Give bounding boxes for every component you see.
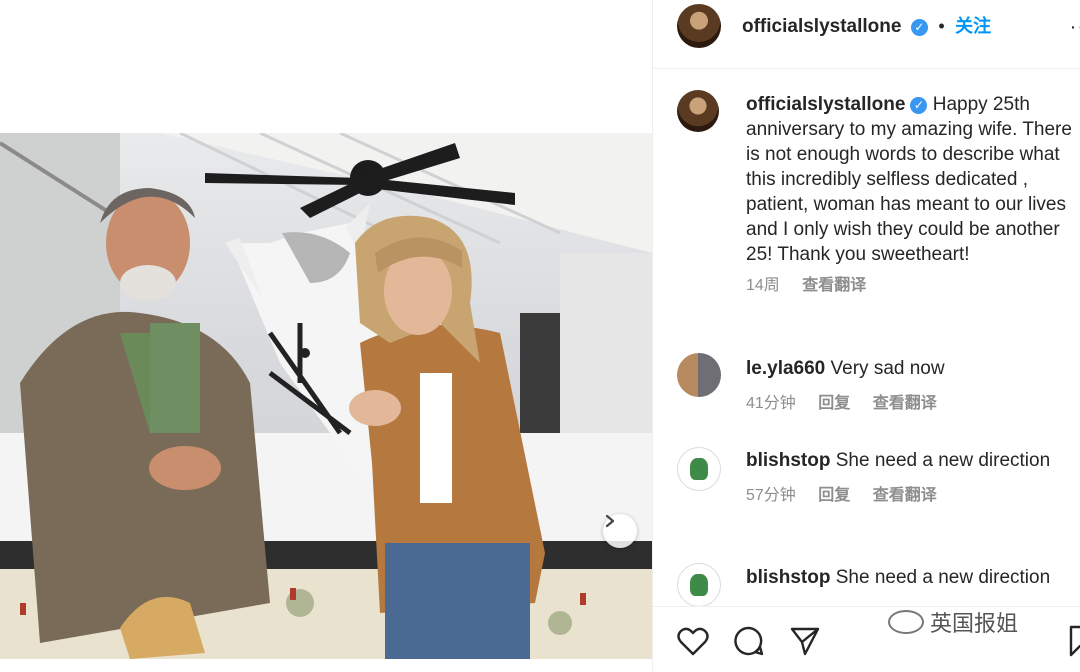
comment-meta: 57分钟 回复 查看翻译 <box>746 483 1076 508</box>
post-media-pane <box>0 0 652 671</box>
more-options-icon[interactable]: ·· <box>1070 16 1080 39</box>
comment-username[interactable]: blishstop <box>746 450 830 471</box>
comment-text: Very sad now <box>830 358 945 379</box>
comment-username[interactable]: le.yla660 <box>746 358 825 379</box>
header-separator: • <box>938 16 945 36</box>
comment-time[interactable]: 57分钟 <box>746 487 796 504</box>
caption-username[interactable]: officialslystallone <box>746 94 905 115</box>
header-username[interactable]: officialslystallone <box>742 16 901 37</box>
comment-reply-link[interactable]: 回复 <box>818 395 850 412</box>
photo-illustration <box>0 133 652 659</box>
brand-logo-icon <box>690 574 708 596</box>
comment-meta: 41分钟 回复 查看翻译 <box>746 391 1076 416</box>
caption-time[interactable]: 14周 <box>746 277 780 294</box>
comment-username[interactable]: blishstop <box>746 567 830 588</box>
follow-button[interactable]: 关注 <box>955 16 991 36</box>
comment-text: She need a new direction <box>835 450 1051 471</box>
author-avatar[interactable] <box>677 4 721 48</box>
comment-avatar[interactable] <box>677 353 721 397</box>
header-author-row: officialslystallone ✓ • 关注 <box>742 12 991 38</box>
watermark: 英国报姐 <box>888 606 1018 638</box>
post-photo[interactable] <box>0 133 652 659</box>
post-side-panel: officialslystallone ✓ • 关注 ·· officialsl… <box>652 0 1080 672</box>
caption-author-avatar[interactable] <box>677 90 719 132</box>
wechat-icon <box>888 610 924 634</box>
comment-reply-link[interactable]: 回复 <box>818 487 850 504</box>
post-caption: officialslystallone ✓ Happy 25th annivers… <box>746 92 1076 298</box>
chevron-right-icon <box>605 514 615 528</box>
caption-text: Happy 25th anniversary to my amazing wif… <box>746 94 1072 265</box>
post-header: officialslystallone ✓ • 关注 ·· <box>653 0 1080 69</box>
comment-item: blishstop She need a new direction <box>746 565 1076 606</box>
comment-avatar[interactable] <box>677 563 721 607</box>
comment-translate-link[interactable]: 查看翻译 <box>873 487 937 504</box>
comment-text: She need a new direction <box>835 567 1051 588</box>
brand-logo-icon <box>690 458 708 480</box>
verified-badge-icon: ✓ <box>910 18 928 36</box>
caption-meta: 14周 查看翻译 <box>746 273 1076 298</box>
caption-translate-link[interactable]: 查看翻译 <box>802 277 866 294</box>
comment-time[interactable]: 41分钟 <box>746 395 796 412</box>
comment-item: le.yla660 Very sad now 41分钟 回复 查看翻译 <box>746 356 1076 416</box>
share-icon[interactable] <box>789 625 821 657</box>
comment-item: blishstop She need a new direction 57分钟 … <box>746 448 1076 508</box>
comment-avatar[interactable] <box>677 447 721 491</box>
carousel-next-button[interactable] <box>603 514 637 548</box>
comment-icon[interactable] <box>733 625 765 657</box>
verified-badge-icon: ✓ <box>910 97 928 114</box>
bookmark-icon[interactable] <box>1069 625 1080 657</box>
heart-icon[interactable] <box>677 626 709 656</box>
watermark-text: 英国报姐 <box>930 611 1019 636</box>
comment-translate-link[interactable]: 查看翻译 <box>873 395 937 412</box>
